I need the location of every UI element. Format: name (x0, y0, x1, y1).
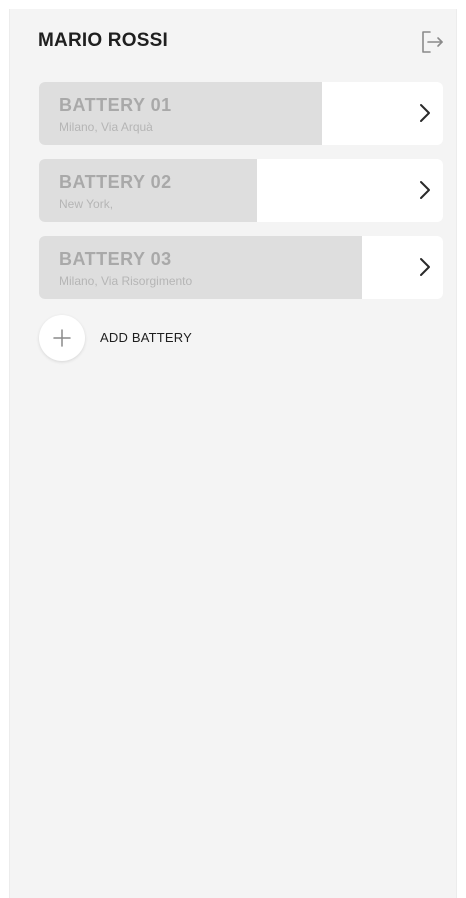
battery-item[interactable]: BATTERY 01 Milano, Via Arquà (39, 82, 443, 145)
logout-button[interactable] (419, 29, 445, 55)
chevron-right-icon (420, 258, 430, 276)
battery-list: BATTERY 01 Milano, Via Arquà BATTERY 02 … (39, 82, 443, 313)
battery-title: BATTERY 01 (59, 95, 172, 115)
chevron-right-icon (420, 181, 430, 199)
battery-title: BATTERY 03 (59, 249, 172, 269)
user-name: MARIO ROSSI (38, 30, 168, 51)
battery-item[interactable]: BATTERY 02 New York, (39, 159, 443, 222)
battery-item[interactable]: BATTERY 03 Milano, Via Risorgimento (39, 236, 443, 299)
battery-location: Milano, Via Arquà (59, 120, 153, 134)
battery-location: New York, (59, 197, 114, 211)
app-screen: MARIO ROSSI BATTERY 01 Milano, Via Arquà… (9, 9, 457, 898)
add-circle (39, 315, 85, 361)
add-battery-button[interactable]: ADD BATTERY (39, 315, 339, 365)
chevron-right-icon (420, 104, 430, 122)
header: MARIO ROSSI (10, 9, 456, 69)
add-battery-label: ADD BATTERY (100, 330, 193, 345)
logout-icon (422, 31, 443, 53)
plus-icon (53, 329, 71, 347)
battery-location: Milano, Via Risorgimento (59, 274, 193, 288)
battery-title: BATTERY 02 (59, 172, 172, 192)
